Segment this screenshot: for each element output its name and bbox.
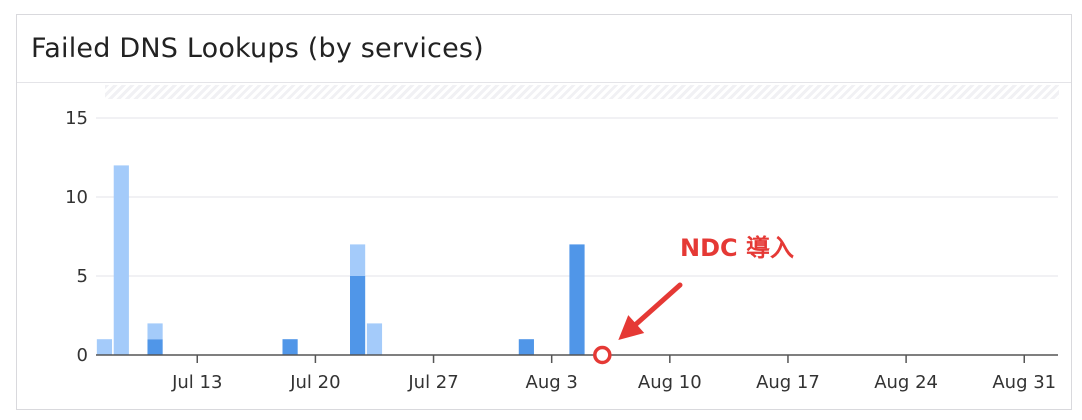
- x-tick-label: Jul 13: [171, 372, 222, 393]
- bar-series-b: [350, 244, 366, 276]
- annotation-label: NDC 導入: [680, 234, 794, 262]
- bar-series-a: [282, 339, 298, 355]
- bar-series-a: [147, 339, 163, 355]
- y-tick-label: 5: [77, 266, 88, 287]
- bar-series-b: [113, 165, 129, 355]
- bar-series-a: [350, 276, 366, 355]
- bar-series-b: [366, 323, 383, 355]
- bar-series-b: [147, 323, 163, 340]
- x-tick-label: Jul 20: [289, 372, 340, 393]
- x-tick-label: Aug 31: [992, 372, 1056, 393]
- x-tick-label: Aug 17: [756, 372, 820, 393]
- failed-dns-lookups-chart: 0 5 10 15 Jul 13 Jul 20 Jul 27 Aug 3 Aug 10 Aug 1…: [65, 108, 1058, 393]
- bar-series-a: [518, 339, 534, 355]
- y-tick-label: 0: [77, 345, 88, 366]
- x-tick-label: Aug 10: [638, 372, 702, 393]
- bar-series-a: [569, 244, 585, 355]
- x-tick-label: Jul 27: [407, 372, 458, 393]
- x-tick-label: Aug 3: [526, 372, 578, 393]
- y-tick-label: 10: [65, 187, 88, 208]
- bar-series-b: [96, 339, 113, 355]
- x-tick-label: Aug 24: [874, 372, 938, 393]
- annotation-arrow-shaft: [633, 282, 683, 327]
- y-tick-label: 15: [65, 108, 88, 129]
- annotation-marker: [593, 345, 612, 365]
